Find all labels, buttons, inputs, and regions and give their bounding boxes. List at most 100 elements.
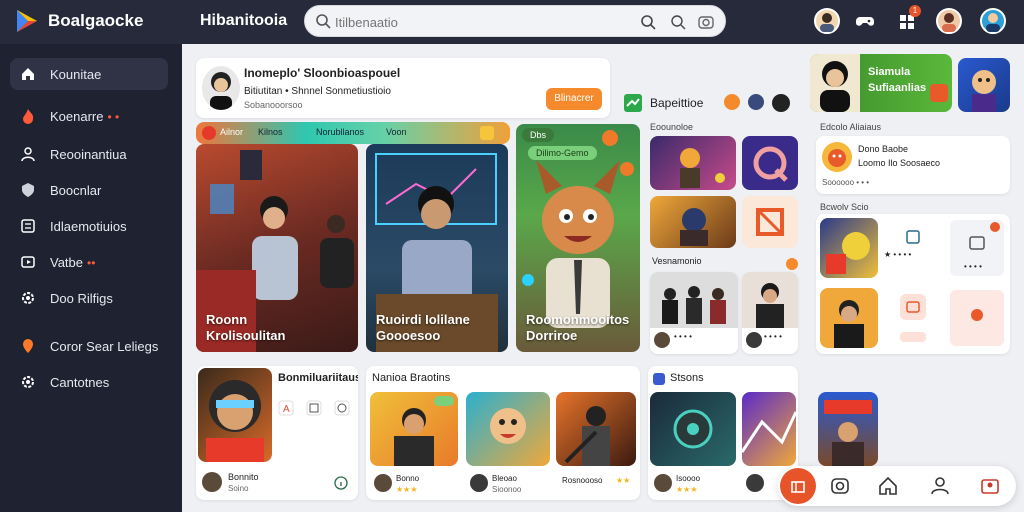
carousel-tile-3[interactable]: Dbs Dilimo-Gemo Roomonmooitos Dorriroe (516, 124, 640, 352)
news-card[interactable]: • • • • (742, 272, 798, 354)
sidebar-item-label: Coror Sear Leliegs (50, 339, 159, 354)
svg-text:A: A (283, 404, 290, 415)
character-tile[interactable] (958, 58, 1010, 112)
sidebar-item-videos[interactable]: Vatbe •• (10, 246, 168, 278)
featured-subtitle: Bitiutitan • Shnnel Sonmetiustioio (244, 86, 391, 97)
profile-meta: Soooooo • • • (822, 178, 870, 187)
search-submit-icon[interactable] (639, 13, 657, 31)
section-title: Stsons (670, 372, 704, 384)
avatar (470, 474, 488, 492)
game-tile[interactable] (650, 136, 736, 190)
sidebar-item-label: Koenarre (50, 109, 104, 124)
record-icon (202, 126, 216, 140)
game-controller-icon[interactable] (852, 8, 878, 34)
user-account-avatar[interactable] (980, 8, 1006, 34)
news-card[interactable]: • • • • (650, 272, 738, 354)
search-bar[interactable] (304, 5, 726, 37)
search-input[interactable] (335, 12, 615, 32)
profile-card[interactable]: Dono Baobe Loomo Ilo Soosaeco Soooooo • … (816, 136, 1010, 194)
streamer-thumbnail (198, 368, 272, 462)
user-rating: ★★★ (676, 485, 698, 494)
featured-avatar (202, 66, 240, 110)
carousel-strip-item[interactable]: Kilnos (258, 127, 283, 137)
shortcut-icon[interactable] (724, 94, 740, 110)
tile-title: Roonn Krolisoulitan (206, 312, 286, 343)
carousel-chip[interactable]: Ailnor (220, 127, 243, 137)
avatar (202, 472, 222, 492)
info-icon[interactable] (334, 400, 350, 416)
sidebar-item-label: Doo Rilfigs (50, 291, 113, 306)
media-tile[interactable] (650, 392, 736, 466)
featured-title: Inomeplo' Sloonbioaspouel (244, 66, 401, 80)
featured-meta: Sobanooorsoo (244, 100, 303, 110)
cart-icon[interactable] (904, 228, 922, 246)
sidebar-item-label: Idlaemotiuios (50, 219, 127, 234)
game-tile[interactable] (742, 136, 798, 190)
home-icon[interactable] (876, 474, 900, 498)
sidebar-item-recommend[interactable]: Reooinantiua (10, 138, 168, 170)
user-name: Isoooo (676, 474, 701, 483)
sidebar-item-bookmarks[interactable]: Boocnlar (10, 174, 168, 206)
sidebar-item-home[interactable]: Kounitae (10, 58, 168, 90)
media-tile[interactable] (370, 392, 458, 466)
app-logo-icon[interactable] (14, 8, 40, 34)
flower-icon (971, 309, 983, 321)
voice-search-icon[interactable] (669, 13, 687, 31)
game-tile[interactable] (650, 196, 736, 248)
sidebar-item-controls[interactable]: Cantotnes (10, 366, 168, 398)
profile-avatar-1[interactable] (814, 8, 840, 34)
reaction-icon (906, 301, 920, 313)
user-sub: Sioonoo (492, 485, 522, 494)
shortcut-icon[interactable] (748, 94, 764, 110)
sidebar-item-settings[interactable]: Doo Rilfigs (10, 282, 168, 314)
alert-icon[interactable]: A (278, 400, 294, 416)
avatar-person-icon (986, 13, 1000, 32)
dock-home-button[interactable] (780, 468, 816, 504)
carousel-strip-item[interactable]: Voon (386, 127, 407, 137)
media-tile[interactable] (742, 392, 796, 466)
promo-label: Vesnamonio (652, 256, 702, 266)
featured-action-button[interactable]: Blinacrer (546, 88, 602, 110)
profile-icon[interactable] (928, 474, 952, 498)
user-name: Bleoao (492, 474, 517, 483)
media-tile[interactable] (818, 392, 878, 466)
author-name: • • • • (764, 332, 782, 341)
media-tile[interactable] (466, 392, 550, 466)
avatar-person-icon (942, 13, 956, 32)
page-title: Hibanitooia (200, 12, 288, 29)
inbox-icon[interactable] (978, 474, 1002, 498)
carousel-strip-item[interactable]: Norubllanos (316, 127, 364, 137)
reaction-box[interactable] (900, 294, 926, 320)
sidebar-item-color-settings[interactable]: Coror Sear Leliegs (10, 330, 168, 362)
action-box[interactable] (950, 290, 1004, 346)
user-rating: ★★★ (396, 485, 418, 494)
game-pad-icon (480, 126, 494, 140)
section-title: Nanioa Braotins (372, 372, 451, 384)
sidebar-item-label: Reooinantiua (50, 147, 127, 162)
avatar (654, 332, 670, 348)
carousel-tile-1[interactable]: Roonn Krolisoulitan (196, 144, 358, 352)
list-icon (21, 219, 35, 233)
streamer-card[interactable]: Bonmiluariitaus A Bonnito Soino (196, 366, 358, 500)
game-tile[interactable] (820, 288, 878, 348)
featured-card[interactable]: Inomeplo' Sloonbioaspouel Bitiutitan • S… (196, 58, 610, 118)
avatar (374, 474, 392, 492)
live-badge (434, 396, 454, 406)
promo-banner[interactable]: Siamula Sufiaanlias (810, 54, 952, 112)
shortcut-icon[interactable] (772, 94, 790, 112)
image-search-icon[interactable] (697, 13, 715, 31)
grid-icon[interactable] (306, 400, 322, 416)
tile-title: Ruoirdi Iolilane Goooesoo (376, 312, 470, 343)
info-circle-icon[interactable] (334, 476, 348, 490)
carousel-tile-2[interactable]: Ruoirdi Iolilane Goooesoo (366, 144, 508, 352)
game-meta: ★ • • • • (884, 250, 912, 259)
camera-icon[interactable] (828, 474, 852, 498)
sidebar-item-library[interactable]: Idlaemotiuios (10, 210, 168, 242)
badge-icon (620, 162, 634, 176)
sidebar-item-trending[interactable]: Koenarre • • (10, 100, 168, 132)
game-tile[interactable] (820, 218, 878, 278)
picture-icon (969, 236, 985, 250)
game-tile[interactable] (742, 196, 798, 248)
profile-avatar-2[interactable] (936, 8, 962, 34)
media-tile[interactable] (556, 392, 636, 466)
